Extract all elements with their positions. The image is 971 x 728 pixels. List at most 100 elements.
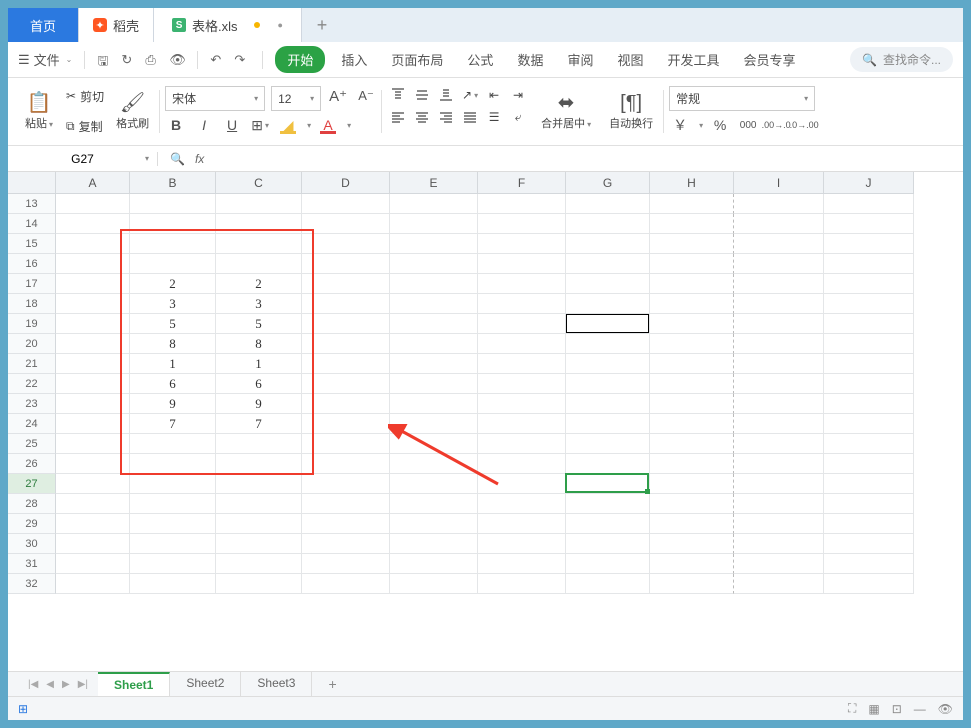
col-header-E[interactable]: E	[390, 172, 478, 194]
cell-G18[interactable]	[566, 294, 650, 314]
currency-button[interactable]: ￥	[669, 115, 691, 135]
cell-H26[interactable]	[650, 454, 734, 474]
fx-icon[interactable]: fx	[195, 152, 204, 166]
view-normal-icon[interactable]: ▦	[868, 702, 879, 716]
cell-J24[interactable]	[824, 414, 914, 434]
cell-J31[interactable]	[824, 554, 914, 574]
cell-C25[interactable]	[216, 434, 302, 454]
cell-J20[interactable]	[824, 334, 914, 354]
cell-H14[interactable]	[650, 214, 734, 234]
cell-H28[interactable]	[650, 494, 734, 514]
last-icon[interactable]: ▶|	[78, 679, 88, 690]
cell-D20[interactable]	[302, 334, 390, 354]
cell-D21[interactable]	[302, 354, 390, 374]
cell-D13[interactable]	[302, 194, 390, 214]
cell-C22[interactable]: 6	[216, 374, 302, 394]
row-header-32[interactable]: 32	[8, 574, 56, 594]
cell-C16[interactable]	[216, 254, 302, 274]
number-format-select[interactable]: 常规▾	[669, 86, 815, 111]
cell-E16[interactable]	[390, 254, 478, 274]
cell-H15[interactable]	[650, 234, 734, 254]
cell-G32[interactable]	[566, 574, 650, 594]
cell-D28[interactable]	[302, 494, 390, 514]
menu-review[interactable]: 审阅	[559, 46, 601, 73]
cell-D25[interactable]	[302, 434, 390, 454]
row-header-14[interactable]: 14	[8, 214, 56, 234]
cell-H16[interactable]	[650, 254, 734, 274]
cell-J21[interactable]	[824, 354, 914, 374]
row-header-16[interactable]: 16	[8, 254, 56, 274]
cell-G16[interactable]	[566, 254, 650, 274]
cell-E13[interactable]	[390, 194, 478, 214]
format-painter-button[interactable]: 🖌 格式刷	[110, 82, 155, 141]
bold-button[interactable]: B	[165, 115, 187, 135]
cell-I13[interactable]	[734, 194, 824, 214]
cell-B30[interactable]	[130, 534, 216, 554]
cell-F29[interactable]	[478, 514, 566, 534]
cell-I17[interactable]	[734, 274, 824, 294]
cell-I31[interactable]	[734, 554, 824, 574]
row-header-19[interactable]: 19	[8, 314, 56, 334]
cell-E27[interactable]	[390, 474, 478, 494]
menu-formulas[interactable]: 公式	[459, 46, 501, 73]
cell-A22[interactable]	[56, 374, 130, 394]
cell-B14[interactable]	[130, 214, 216, 234]
cell-A28[interactable]	[56, 494, 130, 514]
menu-start[interactable]: 开始	[275, 46, 325, 73]
cell-H23[interactable]	[650, 394, 734, 414]
cell-G31[interactable]	[566, 554, 650, 574]
cell-D26[interactable]	[302, 454, 390, 474]
cell-J13[interactable]	[824, 194, 914, 214]
cell-B25[interactable]	[130, 434, 216, 454]
cell-A13[interactable]	[56, 194, 130, 214]
cell-G30[interactable]	[566, 534, 650, 554]
cell-F18[interactable]	[478, 294, 566, 314]
cell-I26[interactable]	[734, 454, 824, 474]
row-header-25[interactable]: 25	[8, 434, 56, 454]
col-header-G[interactable]: G	[566, 172, 650, 194]
view-page-icon[interactable]: ⊡	[892, 702, 902, 716]
print-icon[interactable]: ⎙	[145, 52, 161, 68]
expand-icon[interactable]: ⛶	[848, 701, 856, 716]
align-top-icon[interactable]	[387, 86, 409, 104]
menu-data[interactable]: 数据	[509, 46, 551, 73]
cell-C28[interactable]	[216, 494, 302, 514]
col-header-C[interactable]: C	[216, 172, 302, 194]
cell-H30[interactable]	[650, 534, 734, 554]
row-header-26[interactable]: 26	[8, 454, 56, 474]
row-header-30[interactable]: 30	[8, 534, 56, 554]
cell-A23[interactable]	[56, 394, 130, 414]
cell-D30[interactable]	[302, 534, 390, 554]
row-header-24[interactable]: 24	[8, 414, 56, 434]
cell-G23[interactable]	[566, 394, 650, 414]
cell-F21[interactable]	[478, 354, 566, 374]
cell-D15[interactable]	[302, 234, 390, 254]
cell-I18[interactable]	[734, 294, 824, 314]
cell-J14[interactable]	[824, 214, 914, 234]
cell-I28[interactable]	[734, 494, 824, 514]
cell-B24[interactable]: 7	[130, 414, 216, 434]
cell-C17[interactable]: 2	[216, 274, 302, 294]
cell-B16[interactable]	[130, 254, 216, 274]
cell-A27[interactable]	[56, 474, 130, 494]
cell-G19[interactable]	[566, 314, 650, 334]
col-header-A[interactable]: A	[56, 172, 130, 194]
cell-F19[interactable]	[478, 314, 566, 334]
cell-D22[interactable]	[302, 374, 390, 394]
col-header-J[interactable]: J	[824, 172, 914, 194]
cell-C29[interactable]	[216, 514, 302, 534]
cell-B28[interactable]	[130, 494, 216, 514]
cell-B17[interactable]: 2	[130, 274, 216, 294]
tab-new[interactable]: +	[302, 8, 342, 42]
cell-F16[interactable]	[478, 254, 566, 274]
sheet-icon[interactable]: ⊞	[18, 702, 28, 716]
cell-H24[interactable]	[650, 414, 734, 434]
menu-pagelayout[interactable]: 页面布局	[383, 46, 451, 73]
cell-J22[interactable]	[824, 374, 914, 394]
cell-G26[interactable]	[566, 454, 650, 474]
cell-F17[interactable]	[478, 274, 566, 294]
cell-C30[interactable]	[216, 534, 302, 554]
cell-E22[interactable]	[390, 374, 478, 394]
cell-B26[interactable]	[130, 454, 216, 474]
cell-D29[interactable]	[302, 514, 390, 534]
